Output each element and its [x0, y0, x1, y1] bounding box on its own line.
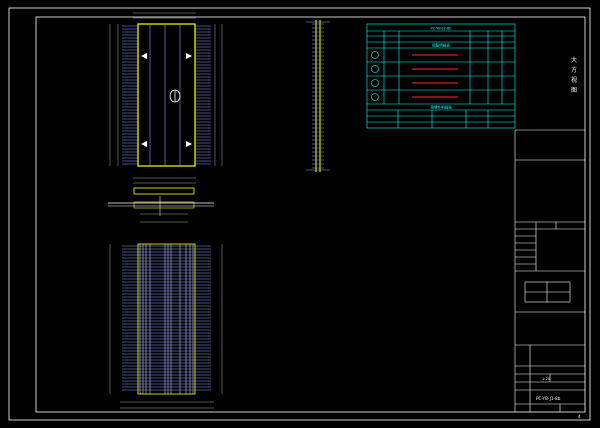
vertical-title-text: 大 方 视 图 — [571, 56, 577, 94]
triangle-arrow-icon — [186, 53, 192, 59]
vertical-char-2: 方 — [571, 66, 577, 74]
triangle-arrow-icon — [141, 141, 147, 147]
outer-frame — [8, 7, 591, 421]
table-header-1: PC-YB-J1-8b — [431, 27, 453, 31]
cad-drawing-canvas: PC-YB-J1-8b 钢筋明细表 预埋件明细表 大 方 视 图 1:20 PC… — [0, 0, 600, 428]
rebar-schedule-table — [366, 23, 516, 129]
vertical-rebars — [139, 244, 194, 394]
drawing-number: PC-YB-J1-8b — [536, 396, 561, 401]
triangle-arrow-icon — [186, 141, 192, 147]
scale-label: 1:20 — [542, 377, 551, 381]
panel-section-strip — [108, 187, 214, 223]
horizontal-rebars — [122, 245, 211, 391]
top-dimensions — [133, 7, 196, 19]
rebar-ticks-left — [122, 25, 138, 165]
sheet-number: 4 — [578, 414, 581, 419]
table-header-3: 预埋件明细表 — [430, 105, 452, 110]
reinforcement-view — [109, 243, 223, 409]
rebar-ticks-right — [195, 25, 211, 165]
vertical-char-4: 图 — [571, 87, 577, 94]
side-rebar-ticks — [312, 23, 324, 169]
vertical-char-1: 大 — [571, 56, 577, 64]
cad-drawing-svg: PC-YB-J1-8b 钢筋明细表 预埋件明细表 大 方 视 图 1:20 PC… — [8, 7, 591, 421]
side-elevation — [306, 20, 330, 172]
title-block — [514, 129, 585, 412]
panel-plan-view — [109, 7, 223, 184]
table-header-2: 钢筋明细表 — [432, 43, 450, 48]
triangle-arrow-icon — [141, 53, 147, 59]
vertical-char-3: 视 — [571, 76, 577, 84]
